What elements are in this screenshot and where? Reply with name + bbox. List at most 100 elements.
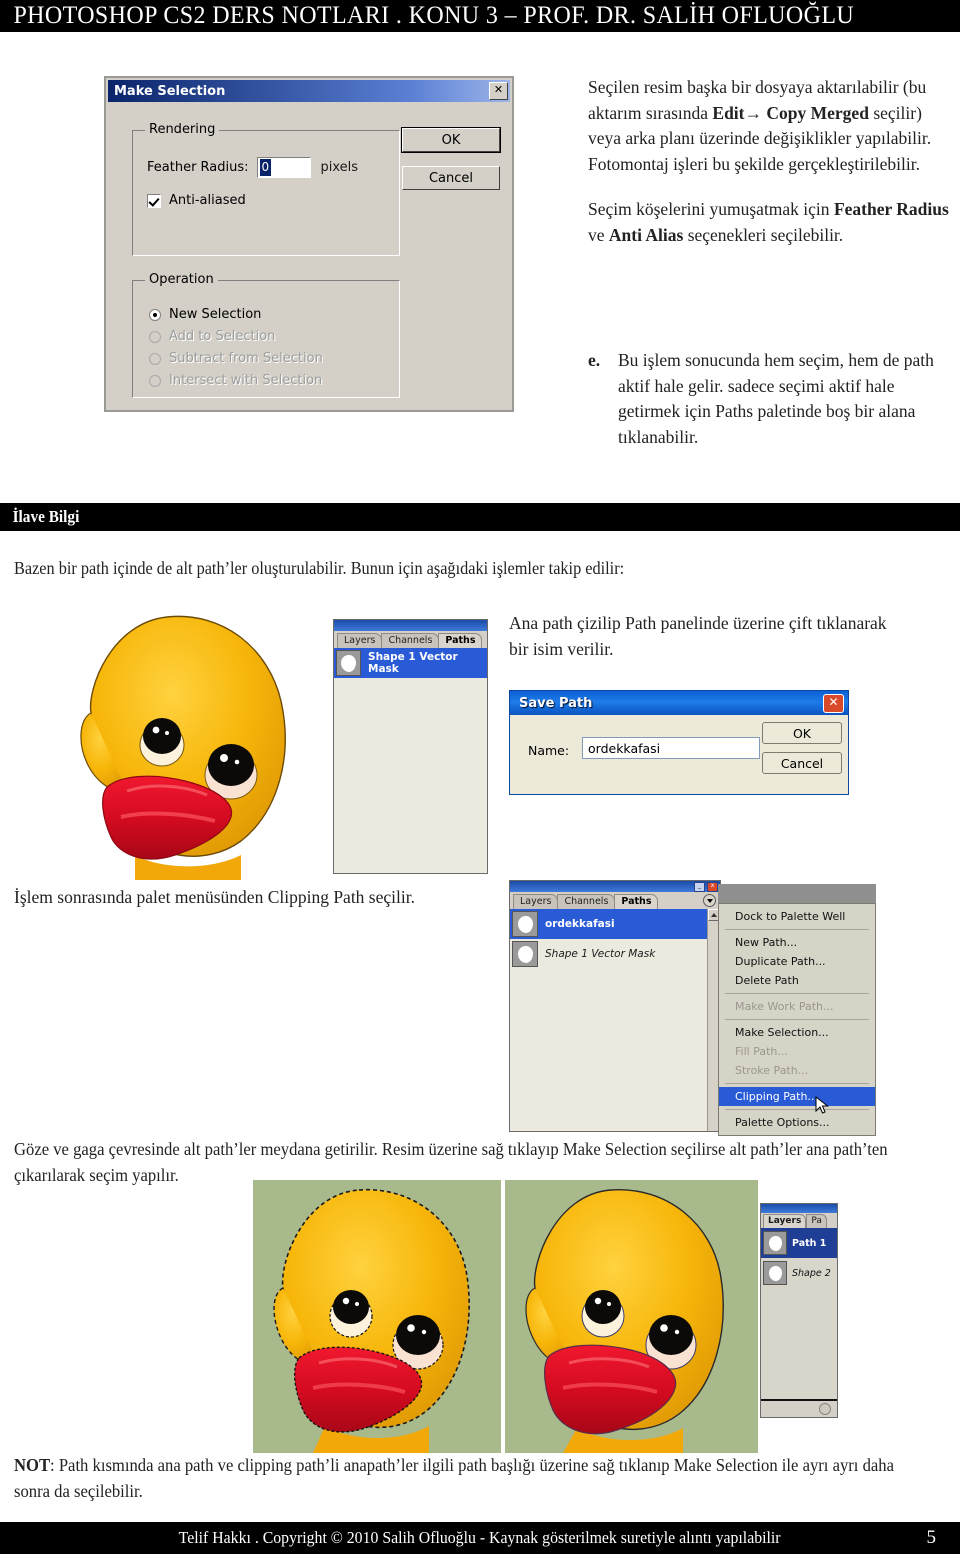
save-path-name-input[interactable]: ordekkafasi: [582, 737, 760, 759]
path-name: Shape 1 Vector Mask: [368, 651, 458, 675]
radio-intersect-with-selection[interactable]: Intersect with Selection: [149, 373, 322, 388]
ok-button[interactable]: OK: [401, 127, 501, 153]
panel-tabs: Layers Channels Paths: [510, 892, 720, 909]
tab-layers[interactable]: Layers: [337, 633, 383, 648]
intro-p2-mid: ve: [588, 224, 609, 245]
make-selection-title: Make Selection: [114, 83, 226, 99]
path-list-item[interactable]: ordekkafasi: [510, 909, 720, 939]
make-selection-titlebar: Make Selection ✕: [108, 80, 510, 102]
menu-item-make-selection[interactable]: Make Selection...: [719, 1023, 875, 1042]
page-header-band: PHOTOSHOP CS2 DERS NOTLARI . KONU 3 – PR…: [0, 0, 960, 32]
radio-icon[interactable]: [149, 330, 161, 343]
menu-item-clipping-path[interactable]: Clipping Path...: [719, 1087, 875, 1106]
panel-titlebar: [334, 620, 487, 631]
radio-subtract-from-selection[interactable]: Subtract from Selection: [149, 351, 323, 366]
layer-list-item[interactable]: Path 1: [761, 1228, 837, 1258]
path-thumbnail-icon: [512, 941, 538, 967]
paths-panel-step1: Layers Channels Paths Shape 1 Vector Mas…: [333, 619, 488, 874]
intro-p2-b: seçenekleri seçilebilir.: [683, 224, 844, 245]
menu-item-dock-to-palette-well[interactable]: Dock to Palette Well: [719, 907, 875, 926]
duck-illustration: [80, 615, 286, 880]
tab-paths[interactable]: Paths: [438, 633, 483, 648]
radio-add-to-selection[interactable]: Add to Selection: [149, 329, 275, 344]
anti-aliased-label: Anti-aliased: [169, 193, 246, 208]
tab-channels[interactable]: Channels: [557, 894, 616, 909]
path-list-item[interactable]: Shape 1 Vector Mask: [334, 648, 487, 678]
intro-paragraph-2: Seçim köşelerini yumuşatmak için Feather…: [588, 197, 950, 248]
radio-icon[interactable]: [149, 352, 161, 365]
footer-page-number: 5: [926, 1527, 937, 1548]
menu-separator: [725, 1019, 869, 1020]
page-title: PHOTOSHOP CS2 DERS NOTLARI . KONU 3 – PR…: [13, 2, 855, 29]
save-path-dialog: Save Path ✕ Name: ordekkafasi OK Cancel: [509, 690, 849, 795]
tab-paths[interactable]: Pa: [806, 1214, 827, 1228]
radio-label: Intersect with Selection: [169, 373, 323, 388]
menu-item-palette-options[interactable]: Palette Options...: [719, 1113, 875, 1132]
close-icon[interactable]: ✕: [823, 693, 844, 713]
menu-separator: [725, 993, 869, 994]
step2-text: İşlem sonrasında palet menüsünden Clippi…: [14, 887, 415, 907]
operation-legend: Operation: [145, 272, 218, 287]
menu-separator: [725, 1083, 869, 1084]
tab-channels[interactable]: Channels: [381, 633, 440, 648]
panel-titlebar: _ x: [510, 881, 720, 892]
path-name: Shape 1 Vector Mask: [545, 948, 656, 960]
tab-layers[interactable]: Layers: [763, 1214, 807, 1228]
anti-aliased-row[interactable]: Anti-aliased: [147, 193, 246, 208]
layer-name: Path 1: [792, 1237, 827, 1249]
footer-copyright: Telif Hakkı . Copyright © 2010 Salih Ofl…: [179, 1528, 781, 1547]
step1-text: Ana path çizilip Path panelinde üzerine …: [509, 613, 887, 659]
feather-radius-input[interactable]: 0: [256, 157, 311, 178]
panel-menu-icon[interactable]: [703, 894, 716, 907]
checkbox-icon[interactable]: [147, 193, 161, 208]
duck-image-selection-left: [253, 1180, 501, 1453]
menu-backdrop: [718, 884, 876, 904]
paths-palette-menu: Dock to Palette Well New Path... Duplica…: [718, 903, 876, 1136]
note-prefix: NOT: [14, 1455, 51, 1475]
path-list-item[interactable]: Shape 1 Vector Mask: [510, 939, 720, 969]
ilave-bilgi-title: İlave Bilgi: [12, 507, 80, 526]
list-item-e: e. Bu işlem sonucunda hem seçim, hem de …: [588, 348, 956, 450]
save-path-ok-button[interactable]: OK: [762, 722, 842, 744]
page-footer: Telif Hakkı . Copyright © 2010 Salih Ofl…: [0, 1522, 960, 1554]
rendering-legend: Rendering: [145, 122, 220, 137]
tab-layers[interactable]: Layers: [513, 894, 559, 909]
save-path-titlebar: Save Path ✕: [510, 691, 848, 715]
duck-image-selection-right: [505, 1180, 758, 1453]
menu-item-new-path[interactable]: New Path...: [719, 933, 875, 952]
cancel-button[interactable]: Cancel: [402, 166, 500, 190]
menu-separator: [725, 1109, 869, 1110]
layer-list-item[interactable]: Shape 2: [761, 1258, 837, 1288]
layers-panel-bottom: Layers Pa Path 1 Shape 2: [760, 1203, 838, 1418]
path-name: ordekkafasi: [545, 918, 615, 930]
minimize-icon[interactable]: _: [694, 881, 705, 892]
make-selection-dialog: Make Selection ✕ Rendering Feather Radiu…: [104, 76, 514, 412]
layer-name: Shape 2: [792, 1267, 831, 1279]
panel-tabs: Layers Channels Paths: [334, 631, 487, 648]
menu-separator: [725, 929, 869, 930]
intro-p1-bold: Edit→ Copy Merged: [712, 102, 869, 123]
footer-divider: [901, 1526, 902, 1550]
close-icon[interactable]: ✕: [489, 82, 508, 100]
panel-body: Shape 1 Vector Mask: [334, 648, 487, 873]
panel-body: ordekkafasi Shape 1 Vector Mask: [510, 909, 720, 1131]
menu-item-make-work-path: Make Work Path...: [735, 1000, 834, 1013]
save-path-cancel-button[interactable]: Cancel: [762, 752, 842, 774]
menu-item-duplicate-path[interactable]: Duplicate Path...: [719, 952, 875, 971]
ilave-bilgi-band: İlave Bilgi: [0, 503, 960, 531]
operation-fieldset: Operation New Selection Add to Selection…: [132, 272, 400, 398]
path-thumbnail-icon: [336, 650, 362, 676]
tab-paths[interactable]: Paths: [614, 894, 659, 909]
radio-icon[interactable]: [149, 374, 161, 387]
document-page: PHOTOSHOP CS2 DERS NOTLARI . KONU 3 – PR…: [0, 0, 960, 1558]
close-icon[interactable]: x: [707, 881, 718, 892]
menu-item-delete-path[interactable]: Delete Path: [719, 971, 875, 990]
panel-button-icon[interactable]: [819, 1403, 831, 1415]
feather-radius-units: pixels: [320, 160, 359, 175]
intro-text-column: Seçilen resim başka bir dosyaya aktarıla…: [588, 75, 950, 268]
ilave-bilgi-paragraph: Bazen bir path içinde de alt path’ler ol…: [14, 558, 625, 578]
panel-tabs: Layers Pa: [761, 1213, 837, 1228]
radio-icon[interactable]: [149, 308, 161, 321]
radio-new-selection[interactable]: New Selection: [149, 307, 261, 322]
feather-radius-value: 0: [259, 159, 272, 176]
